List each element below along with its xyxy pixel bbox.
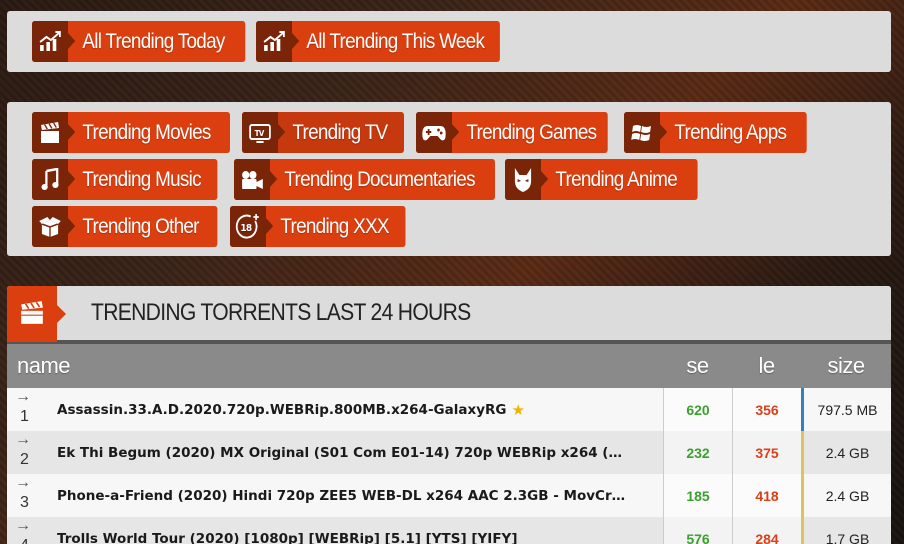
music-note-icon xyxy=(32,159,76,200)
trending-apps-button[interactable]: Trending Apps xyxy=(624,112,807,153)
windows-icon xyxy=(624,112,668,153)
eighteen-plus-icon: 18 xyxy=(230,206,274,247)
torrent-title-link[interactable]: Assassin.33.A.D.2020.720p.WEBRip.800MB.x… xyxy=(57,402,506,418)
row-index: 4 xyxy=(20,537,29,544)
box-icon xyxy=(32,206,76,247)
size-cell: 797.5 MB xyxy=(801,388,891,431)
table-header: name se le size xyxy=(7,344,891,388)
trending-documentaries-label: Trending Documentaries xyxy=(284,167,475,191)
trending-chart-icon xyxy=(256,21,300,62)
column-header-seeders[interactable]: se xyxy=(663,353,732,379)
trending-all-panel: All Trending Today All Trending This Wee… xyxy=(7,11,891,72)
trending-chart-icon xyxy=(32,21,76,62)
row-name-cell: → 1 Assassin.33.A.D.2020.720p.WEBRip.800… xyxy=(7,388,663,431)
seeders-cell: 232 xyxy=(663,431,732,474)
trending-anime-label: Trending Anime xyxy=(555,167,677,191)
camera-icon xyxy=(234,159,278,200)
svg-text:TV: TV xyxy=(255,128,265,137)
arrow-right-icon: → xyxy=(15,388,31,405)
seeders-cell: 620 xyxy=(663,388,732,431)
arrow-right-icon: → xyxy=(15,474,31,491)
leechers-cell: 418 xyxy=(732,474,801,517)
row-index: 2 xyxy=(20,451,29,468)
tv-icon: TV xyxy=(242,112,286,153)
trending-music-label: Trending Music xyxy=(82,167,201,191)
trending-categories-panel: Trending Movies TV Trending TV Trending … xyxy=(7,102,891,256)
seeders-cell: 576 xyxy=(663,517,732,544)
star-icon: ★ xyxy=(511,401,525,419)
trending-tv-label: Trending TV xyxy=(292,120,388,144)
all-trending-today-button[interactable]: All Trending Today xyxy=(32,21,246,62)
column-header-size[interactable]: size xyxy=(801,353,891,379)
trending-movies-button[interactable]: Trending Movies xyxy=(32,112,230,153)
leechers-cell: 375 xyxy=(732,431,801,474)
row-name-cell: → 3 Phone-a-Friend (2020) Hindi 720p ZEE… xyxy=(7,474,663,517)
anime-mask-icon xyxy=(505,159,549,200)
size-cell: 2.4 GB xyxy=(801,474,891,517)
torrent-title-link[interactable]: Ek Thi Begum (2020) MX Original (S01 Com… xyxy=(57,445,627,461)
all-trending-today-label: All Trending Today xyxy=(82,29,225,53)
trending-music-button[interactable]: Trending Music xyxy=(32,159,218,200)
trending-other-label: Trending Other xyxy=(82,214,199,238)
svg-text:18: 18 xyxy=(240,222,252,234)
section-header: TRENDING TORRENTS LAST 24 HOURS xyxy=(7,286,891,344)
trending-apps-label: Trending Apps xyxy=(674,120,787,144)
section-title: TRENDING TORRENTS LAST 24 HOURS xyxy=(91,299,471,326)
trending-torrents-panel: TRENDING TORRENTS LAST 24 HOURS name se … xyxy=(7,286,891,544)
table-row: → 3 Phone-a-Friend (2020) Hindi 720p ZEE… xyxy=(7,474,891,517)
table-row: → 2 Ek Thi Begum (2020) MX Original (S01… xyxy=(7,431,891,474)
row-name-cell: → 2 Ek Thi Begum (2020) MX Original (S01… xyxy=(7,431,663,474)
size-cell: 1.7 GB xyxy=(801,517,891,544)
row-index: 3 xyxy=(20,494,29,511)
arrow-right-icon: → xyxy=(15,517,31,534)
trending-anime-button[interactable]: Trending Anime xyxy=(505,159,698,200)
torrent-title-link[interactable]: Trolls World Tour (2020) [1080p] [WEBRip… xyxy=(57,531,518,544)
clapperboard-icon xyxy=(7,286,66,342)
trending-movies-label: Trending Movies xyxy=(82,120,211,144)
trending-xxx-button[interactable]: 18 Trending XXX xyxy=(230,206,406,247)
torrent-title-link[interactable]: Phone-a-Friend (2020) Hindi 720p ZEE5 WE… xyxy=(57,488,627,504)
all-trending-week-button[interactable]: All Trending This Week xyxy=(256,21,500,62)
trending-other-button[interactable]: Trending Other xyxy=(32,206,218,247)
table-row: → 4 Trolls World Tour (2020) [1080p] [WE… xyxy=(7,517,891,544)
leechers-cell: 284 xyxy=(732,517,801,544)
all-trending-week-label: All Trending This Week xyxy=(306,29,485,53)
trending-games-label: Trending Games xyxy=(466,120,597,144)
row-name-cell: → 4 Trolls World Tour (2020) [1080p] [WE… xyxy=(7,517,663,544)
clapperboard-icon xyxy=(32,112,76,153)
trending-games-button[interactable]: Trending Games xyxy=(416,112,608,153)
size-cell: 2.4 GB xyxy=(801,431,891,474)
seeders-cell: 185 xyxy=(663,474,732,517)
table-row: → 1 Assassin.33.A.D.2020.720p.WEBRip.800… xyxy=(7,388,891,431)
arrow-right-icon: → xyxy=(15,431,31,448)
trending-tv-button[interactable]: TV Trending TV xyxy=(242,112,404,153)
column-header-name[interactable]: name xyxy=(7,353,663,379)
column-header-leechers[interactable]: le xyxy=(732,353,801,379)
trending-documentaries-button[interactable]: Trending Documentaries xyxy=(234,159,495,200)
gamepad-icon xyxy=(416,112,460,153)
leechers-cell: 356 xyxy=(732,388,801,431)
row-index: 1 xyxy=(20,408,29,425)
trending-xxx-label: Trending XXX xyxy=(280,214,389,238)
